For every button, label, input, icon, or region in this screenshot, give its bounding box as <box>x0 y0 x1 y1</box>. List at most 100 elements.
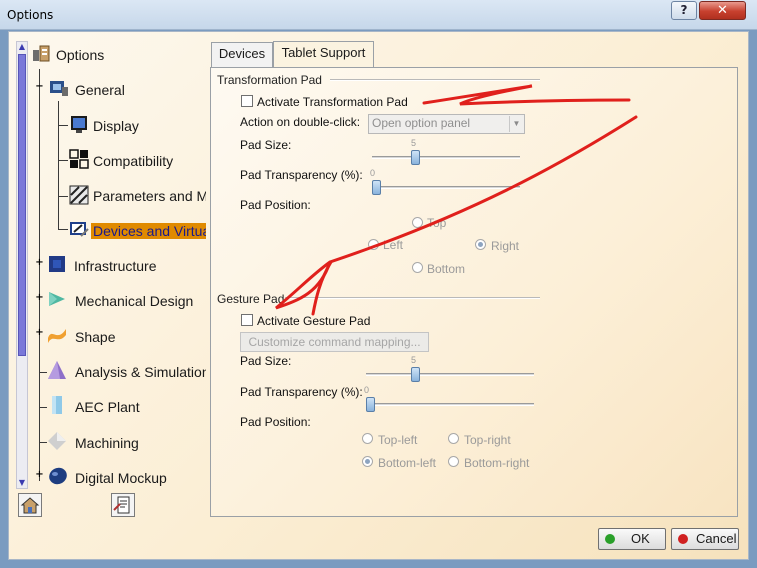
parameters-icon <box>69 185 89 205</box>
pad-size-label: Pad Size: <box>240 138 292 152</box>
tree-connector <box>58 229 68 230</box>
activate-gesture-pad-checkbox[interactable] <box>241 314 253 326</box>
activate-transformation-pad-label: Activate Transformation Pad <box>257 95 408 109</box>
help-button[interactable]: ? <box>671 1 697 20</box>
tree-connector <box>58 160 68 161</box>
pad-transparency-slider-thumb[interactable] <box>372 180 381 195</box>
position-left-label: Left <box>383 238 404 252</box>
transformation-pad-group-title: Transformation Pad <box>217 73 322 87</box>
machining-icon <box>48 432 66 450</box>
customize-command-mapping-button[interactable]: Customize command mapping... <box>240 332 429 352</box>
chevron-down-icon[interactable]: ▼ <box>509 116 523 132</box>
tablet-support-panel <box>210 67 738 517</box>
pad-size-slider-thumb[interactable] <box>410 150 420 165</box>
group-divider <box>330 79 540 81</box>
tree-label-machining: Machining <box>75 435 139 451</box>
shape-icon <box>48 329 66 343</box>
activate-transformation-pad-checkbox[interactable] <box>241 95 253 107</box>
position-bottom-left-radio[interactable] <box>362 456 373 467</box>
position-top-left-label: Top-left <box>378 433 418 447</box>
expand-icon[interactable]: + <box>35 293 44 303</box>
ok-button-label: OK <box>631 531 650 546</box>
tree-label-parameters: Parameters and M <box>93 188 206 204</box>
title-bar: Options ? ✕ <box>0 0 757 30</box>
tree-connector <box>58 196 68 197</box>
gesture-pad-transparency-label: Pad Transparency (%): <box>240 385 363 399</box>
reset-options-button[interactable] <box>18 493 42 517</box>
position-top-radio[interactable] <box>412 217 423 228</box>
tree-label-analysis: Analysis & Simulation <box>75 364 206 380</box>
gesture-pad-transparency-slider-thumb[interactable] <box>366 397 375 412</box>
ok-button[interactable]: OK <box>598 528 666 550</box>
options-icon <box>33 45 50 62</box>
tree-label-display: Display <box>93 118 139 134</box>
cancel-button[interactable]: Cancel <box>671 528 739 550</box>
position-top-right-radio[interactable] <box>448 433 459 444</box>
scroll-up-arrow-icon[interactable]: ▲ <box>17 42 27 52</box>
position-top-left-radio[interactable] <box>362 433 373 444</box>
tab-devices[interactable]: Devices <box>211 42 273 67</box>
tree-label-mechanical-design: Mechanical Design <box>75 293 194 309</box>
tree-label-digital-mockup: Digital Mockup <box>75 470 167 486</box>
activate-gesture-pad-label: Activate Gesture Pad <box>257 314 371 328</box>
position-top-label: Top <box>427 216 447 230</box>
red-dot-icon <box>678 534 688 544</box>
tree-label-infrastructure: Infrastructure <box>74 258 157 274</box>
position-top-right-label: Top-right <box>464 433 511 447</box>
expand-icon[interactable]: + <box>35 328 44 338</box>
house-icon <box>20 497 40 514</box>
position-bottom-right-label: Bottom-right <box>464 456 530 470</box>
tree-connector <box>58 101 59 229</box>
gesture-pad-transparency-slider-track[interactable] <box>366 403 534 406</box>
tree-label-compatibility: Compatibility <box>93 153 174 169</box>
expand-icon[interactable]: + <box>35 258 44 268</box>
gesture-pad-position-label: Pad Position: <box>240 415 311 429</box>
scroll-thumb[interactable] <box>18 54 26 356</box>
tree-scrollbar[interactable]: ▲ ▼ <box>16 41 28 489</box>
position-bottom-left-label: Bottom-left <box>378 456 437 470</box>
close-button[interactable]: ✕ <box>699 1 746 20</box>
tree-label-devices: Devices and Virtua <box>91 223 206 239</box>
infrastructure-icon <box>49 256 65 272</box>
position-bottom-label: Bottom <box>427 262 466 276</box>
analysis-icon <box>48 361 66 379</box>
position-bottom-right-radio[interactable] <box>448 456 459 467</box>
pad-transparency-value: 0 <box>370 168 376 178</box>
double-click-action-select[interactable]: Open option panel ▼ <box>368 114 525 134</box>
tree-connector <box>39 69 40 481</box>
double-click-action-label: Action on double-click: <box>240 115 361 129</box>
pad-size-value: 5 <box>411 138 417 148</box>
compatibility-icon <box>69 149 89 169</box>
digital-mockup-icon <box>49 467 67 485</box>
gesture-pad-group-title: Gesture Pad <box>217 292 285 306</box>
cancel-button-label: Cancel <box>696 531 737 546</box>
pad-transparency-label: Pad Transparency (%): <box>240 168 363 182</box>
gesture-pad-size-label: Pad Size: <box>240 354 292 368</box>
general-icon <box>50 81 68 96</box>
tree-label-aec-plant: AEC Plant <box>75 399 140 415</box>
scroll-down-arrow-icon[interactable]: ▼ <box>17 478 27 488</box>
group-divider <box>285 297 540 299</box>
pad-size-slider-track[interactable] <box>372 156 520 159</box>
position-right-radio[interactable] <box>475 239 486 250</box>
position-left-radio[interactable] <box>368 239 379 250</box>
tree-label-shape: Shape <box>75 329 116 345</box>
collapse-icon[interactable]: − <box>35 82 44 92</box>
tree-connector <box>58 125 68 126</box>
devices-icon <box>70 222 89 237</box>
aec-plant-icon <box>52 396 62 414</box>
tab-tablet-support[interactable]: Tablet Support <box>273 41 374 68</box>
green-dot-icon <box>605 534 615 544</box>
mechanical-design-icon <box>49 292 65 306</box>
export-options-button[interactable] <box>111 493 135 517</box>
pad-position-label: Pad Position: <box>240 198 311 212</box>
expand-icon[interactable]: + <box>35 470 44 480</box>
gesture-pad-size-slider-thumb[interactable] <box>410 367 420 382</box>
gesture-pad-size-slider-track[interactable] <box>366 373 534 376</box>
display-icon <box>71 116 87 133</box>
pad-transparency-slider-track[interactable] <box>372 186 520 189</box>
position-bottom-radio[interactable] <box>412 262 423 273</box>
window-title: Options <box>7 8 54 22</box>
double-click-action-value: Open option panel <box>372 116 471 130</box>
tree-label-options: Options <box>56 47 105 63</box>
